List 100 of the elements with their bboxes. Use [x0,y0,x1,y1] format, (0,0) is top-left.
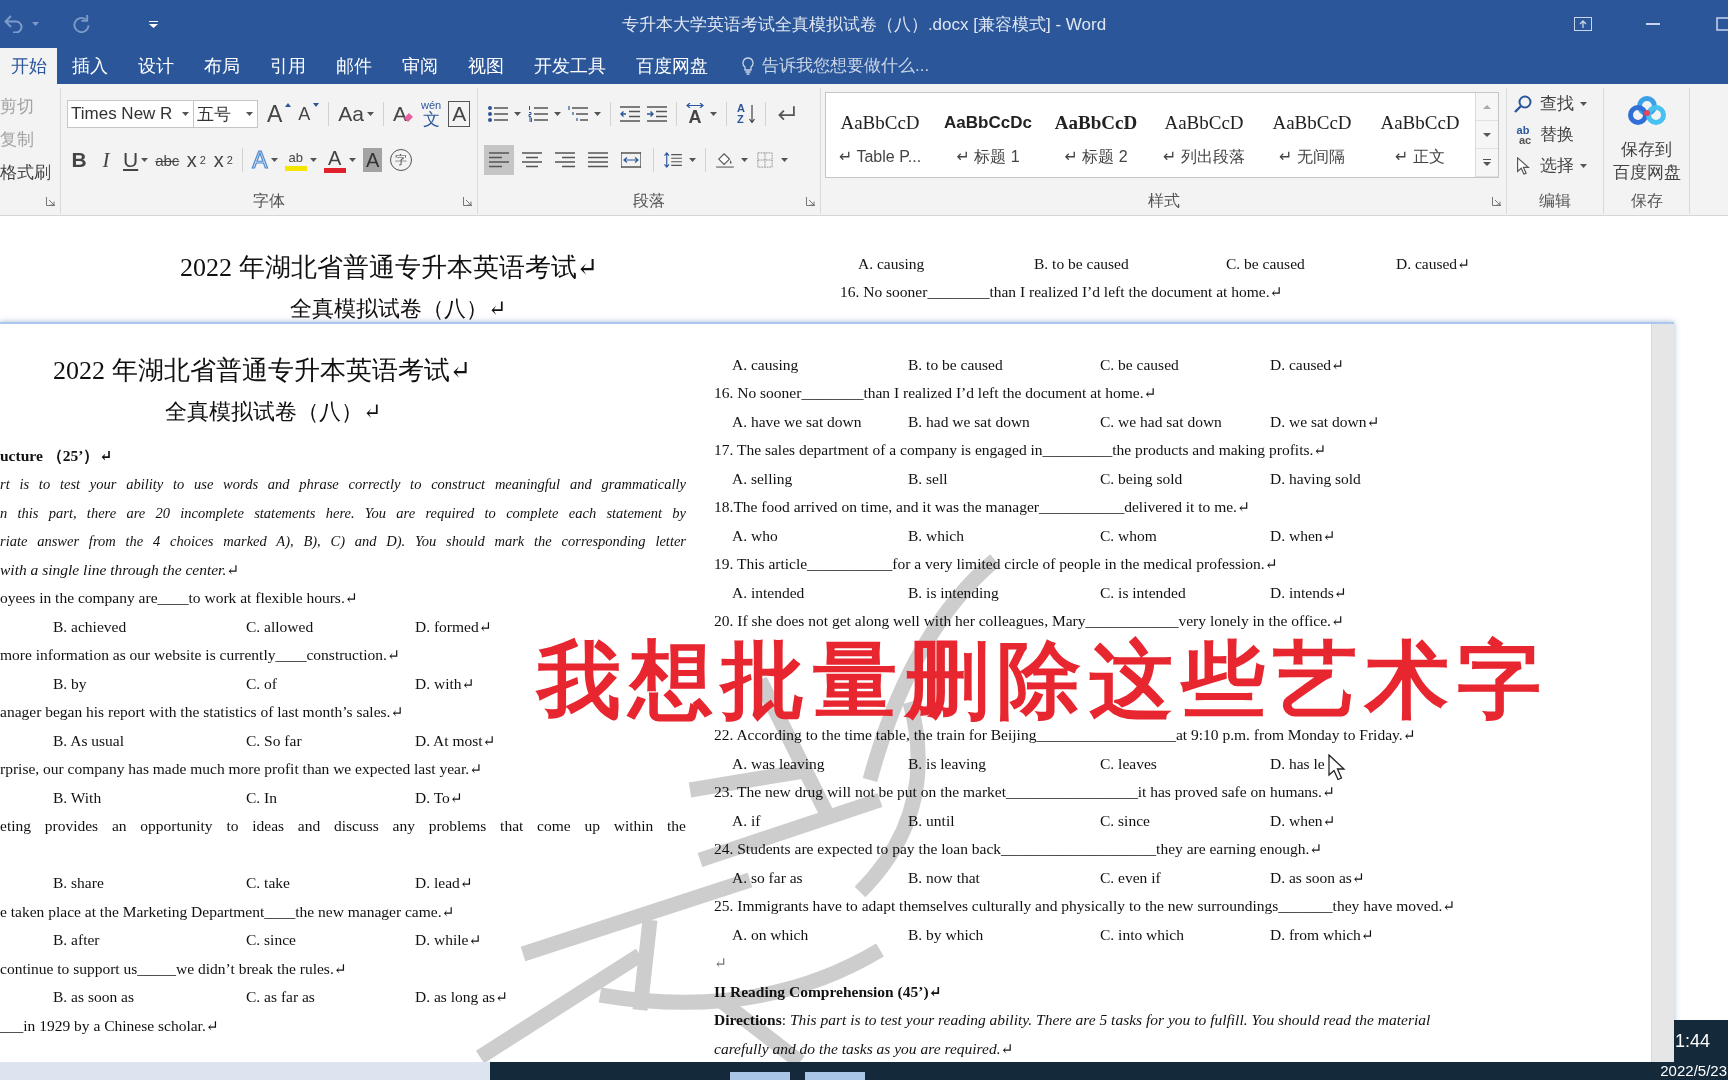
caret-up-icon [1483,104,1491,109]
clipboard-button[interactable]: 格式刷 [0,156,51,189]
scrollbar[interactable] [1651,324,1674,1062]
dialog-launcher-icon[interactable] [1492,197,1501,206]
save-to-cloud-button[interactable]: 保存到 百度网盘 [1612,88,1681,184]
dialog-launcher-icon[interactable] [806,197,815,206]
minimize-icon [1646,23,1660,25]
ribbon-tab[interactable]: 审阅 [387,48,453,84]
ribbon-tab[interactable]: 开始 [0,48,57,84]
caret-icon [1580,163,1587,168]
answer-option: D. when↵ [1270,806,1336,836]
answer-option: D. when↵ [1270,521,1336,551]
clear-formatting-button[interactable]: A [391,99,417,129]
question-text: 16. No sooner________than I realized I’d left the document at home.↵ [714,384,1157,402]
answer-option: C. In [246,783,277,813]
caret-icon [781,158,788,162]
answer-option: A. was leaving [732,749,825,779]
ribbon-tab[interactable]: 布局 [189,48,255,84]
group-label: 保存 [1630,191,1663,211]
font-size-field[interactable]: 五号 [193,100,258,128]
underline-button[interactable]: U [121,145,151,175]
answer-option: D. To↵ [415,783,463,813]
document-subtitle: 全真模拟试卷（八）↵ [290,296,507,321]
bold-button[interactable]: B [67,145,91,175]
answer-option: B. As usual [53,726,125,756]
highlight-button[interactable]: ab [282,145,319,175]
character-border-button[interactable]: A [446,99,473,129]
answer-option: B. is intending [908,578,999,608]
strikethrough-button[interactable]: abc [153,145,182,175]
customize-button[interactable] [149,20,158,28]
question-text: 22. According to the time table, the train for Beijing__________________at 9:10 p.m. from Monday to Friday.↵ [714,726,1416,744]
question-text: 20. If she does not get along well with her colleagues, Mary____________very lonely in the office.↵ [714,612,1344,630]
answer-option: D. caused↵ [1270,350,1345,380]
ribbon-tab[interactable]: 设计 [123,48,189,84]
ribbon-tab[interactable]: 百度网盘 [621,48,723,84]
caret-icon [689,158,696,162]
clock-time: 1:44 [1675,1030,1711,1052]
caret-icon [348,158,356,162]
directions-text: carefully and do the tasks as you are required.↵ [714,1039,1014,1057]
style-option[interactable]: AaBbCcD ↵ 标题 2 [1042,93,1150,177]
tell-me-field[interactable]: 告诉我您想要做什么... [762,54,942,78]
answer-option: C. whom [1100,521,1157,551]
style-option[interactable]: AaBbCcD ↵ 无间隔 [1258,93,1366,177]
caret-icon [554,112,561,116]
caret-icon [741,158,748,162]
grow-font-button[interactable]: A [265,99,294,129]
more-styles-button[interactable] [1476,149,1498,177]
answer-option: C. allowed [246,612,314,642]
answer-option: D. we sat down↵ [1270,407,1380,437]
chinese-layout-button[interactable]: A [684,99,719,129]
italic-button[interactable]: I [94,145,118,175]
answer-option: B. as soon as [53,983,134,1012]
change-case-button[interactable]: Aa [336,99,377,129]
directions-text: rt is to test your ability to use words and phrase correctly to construct meaningful and grammatically [0,475,686,495]
style-option[interactable]: AaBbCcD ↵ 列出段落 [1150,93,1258,177]
triangle-up-icon [285,103,292,107]
caret-icon [1580,101,1587,106]
find-button[interactable]: 查找 [1514,88,1587,119]
shrink-font-button[interactable]: A [296,99,322,129]
style-option[interactable]: AaBbCcDc ↵ 标题 1 [934,93,1042,177]
phonetic-guide-button[interactable]: wén 文 [419,99,444,129]
answer-option: D. has le [1270,749,1325,779]
justify-icon [588,152,608,168]
question-text: 23. The new drug will not be put on the market_________________it has proved safe on humans.↵ [714,783,1335,801]
ribbon-tab[interactable]: 视图 [453,48,519,84]
question-text: 25. Immigrants have to adapt themselves culturally and physically to the new surroundings_______they have moved.↵ [714,897,1456,915]
question-text: oyees in the company are____to work at flexible hours.↵ [0,589,358,607]
section-heading: ucture （25’）↵ [0,446,113,464]
character-shading-button[interactable]: A [360,145,385,175]
line-spacing-icon [663,152,683,168]
dialog-launcher-icon[interactable] [46,197,55,206]
answer-option: D. while↵ [415,926,482,955]
align-button[interactable] [484,145,514,175]
select-button[interactable]: 选择 [1514,150,1587,181]
answer-option: A. if [732,806,761,836]
answer-option: D. having sold [1270,464,1361,494]
question-text: e taken place at the Marketing Department____the new manager came.↵ [0,902,455,920]
dialog-launcher-icon[interactable] [463,197,472,206]
borders-icon [755,152,775,168]
caret-icon [514,112,521,116]
double-arrow-icon [686,102,704,108]
style-option[interactable]: AaBbCcD ↵ 正文 [1366,93,1474,177]
answer-option: B. With [53,783,102,813]
style-option[interactable]: AaBbCcD ↵ Table P... [826,93,934,177]
superscript-button[interactable]: x$^{2}$ [211,145,236,175]
ribbon-tab[interactable]: 插入 [57,48,123,84]
sort-button[interactable]: AZ [734,99,758,129]
answer-option: C. So far [246,726,302,756]
answer-option: C. since [1100,806,1150,836]
font-name-field[interactable]: Times New R [67,100,194,128]
caret-icon [270,158,278,162]
numbered-list-icon [528,106,548,122]
question-text: anager began his report with the statistics of last month’s sales.↵ [0,703,404,721]
answer-option: B. by which [908,920,984,950]
ribbon-tab[interactable]: 邮件 [321,48,387,84]
ribbon-tab[interactable]: 引用 [255,48,321,84]
font-color-button[interactable]: A [321,145,358,175]
ribbon-tab[interactable]: 开发工具 [519,48,621,84]
caret-icon [367,112,375,116]
question-text: 16. No sooner________than I realized I’d left the document at home.↵ [840,283,1283,301]
